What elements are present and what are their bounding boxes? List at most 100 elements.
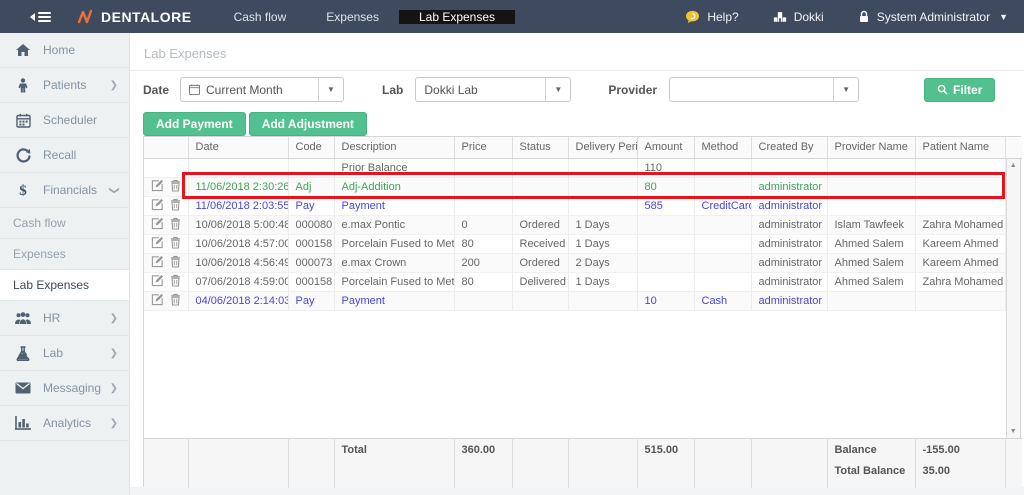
table-row[interactable]: 10/06/2018 4:57:00 000158 Porcelain Fused … xyxy=(144,234,1006,254)
sidebar-item-cash-flow[interactable]: Cash flow xyxy=(0,208,129,239)
cell-price: 80 xyxy=(454,234,513,254)
lab-filter-arrow-icon[interactable]: ▼ xyxy=(545,78,571,101)
column-header-status[interactable]: Status xyxy=(512,137,569,159)
edit-icon[interactable] xyxy=(151,198,164,214)
add-payment-button[interactable]: Add Payment xyxy=(143,112,246,136)
provider-filter-arrow-icon[interactable]: ▼ xyxy=(833,78,859,101)
sidebar-item-patients[interactable]: Patients ❯ xyxy=(0,68,129,103)
column-header-delivery-period[interactable]: Delivery Period xyxy=(568,137,638,159)
table-row[interactable]: 04/06/2018 2:14:03 Pay Payment 10 Cash admini… xyxy=(144,291,1006,311)
column-header-scroll-spacer xyxy=(1005,137,1022,159)
sidebar-item-label: Lab Expenses xyxy=(13,278,90,292)
edit-icon[interactable] xyxy=(151,274,164,290)
cell-patient-name xyxy=(915,196,1006,216)
cell-delivery-period xyxy=(568,177,638,197)
edit-icon[interactable] xyxy=(151,217,164,233)
nav-tab-expenses[interactable]: Expenses xyxy=(306,10,399,24)
edit-icon[interactable] xyxy=(151,293,164,309)
sidebar-item-expenses[interactable]: Expenses xyxy=(0,239,129,270)
trash-icon[interactable] xyxy=(170,179,181,195)
cell-created-by xyxy=(751,158,828,178)
row-actions-cell xyxy=(144,196,189,216)
clinic-icon xyxy=(773,12,786,22)
add-adjustment-button[interactable]: Add Adjustment xyxy=(248,112,367,136)
sidebar-item-label: Lab xyxy=(43,346,64,360)
trash-icon[interactable] xyxy=(170,217,181,233)
clinic-menu[interactable]: Dokki xyxy=(773,10,824,24)
lab-filter-select[interactable]: Dokki Lab ▼ xyxy=(415,77,572,102)
column-header-icons[interactable] xyxy=(144,137,189,159)
table-scrollbar[interactable]: ▲ ▼ xyxy=(1005,158,1021,438)
sidebar-item-label: Home xyxy=(43,43,76,57)
cell-price: 200 xyxy=(454,253,513,273)
provider-filter-select[interactable]: ▼ xyxy=(669,77,860,102)
sidebar-item-analytics[interactable]: Analytics ❯ xyxy=(0,406,129,441)
column-header-description[interactable]: Description xyxy=(334,137,455,159)
footer-balance-value: -155.00 xyxy=(922,443,960,456)
cell-provider-name xyxy=(827,196,916,216)
nav-tab-cash-flow[interactable]: Cash flow xyxy=(214,10,307,24)
sidebar-item-label: Financials xyxy=(43,183,98,197)
filter-button[interactable]: Filter xyxy=(924,77,996,102)
cell-delivery-period xyxy=(568,291,638,311)
edit-icon[interactable] xyxy=(151,236,164,252)
edit-icon[interactable] xyxy=(151,179,164,195)
cell-amount: 80 xyxy=(637,177,695,197)
chevron-right-icon: ❯ xyxy=(109,382,118,394)
trash-icon[interactable] xyxy=(170,274,181,290)
trash-icon[interactable] xyxy=(170,236,181,252)
date-filter-select[interactable]: Current Month ▼ xyxy=(180,77,345,102)
cell-created-by: administrator xyxy=(751,196,828,216)
user-menu[interactable]: System Administrator ▼ xyxy=(858,10,1008,24)
footer-total-balance-value: 35.00 xyxy=(922,464,951,477)
table-row[interactable]: Prior Balance 110 xyxy=(144,158,1006,178)
app-logo[interactable]: DENTALORE xyxy=(78,9,192,25)
sidebar-item-home[interactable]: Home xyxy=(0,33,129,68)
column-header-code[interactable]: Code xyxy=(288,137,335,159)
cell-code: 000080 xyxy=(288,215,335,235)
sidebar-collapse-icon[interactable] xyxy=(30,11,51,22)
top-navbar: DENTALORE Cash flow Expenses Lab Expenses … xyxy=(0,0,1024,33)
date-filter-arrow-icon[interactable]: ▼ xyxy=(318,78,344,101)
scroll-up-icon[interactable]: ▲ xyxy=(1007,162,1021,169)
column-header-amount[interactable]: Amount xyxy=(637,137,695,159)
help-menu[interactable]: Help? xyxy=(685,10,739,24)
table-row[interactable]: 11/06/2018 2:30:26 Adj Adj-Addition 80 admin… xyxy=(144,177,1006,197)
scroll-down-icon[interactable]: ▼ xyxy=(1007,428,1021,435)
nav-tab-lab-expenses[interactable]: Lab Expenses xyxy=(398,9,516,24)
sidebar-item-label: Analytics xyxy=(43,416,92,430)
footer-total-label: Total xyxy=(334,437,455,488)
cell-date: 10/06/2018 4:56:49 xyxy=(188,253,289,273)
table-row[interactable]: 11/06/2018 2:03:55 Pay Payment 585 CreditCar… xyxy=(144,196,1006,216)
cell-description: Adj-Addition xyxy=(334,177,455,197)
trash-icon[interactable] xyxy=(170,198,181,214)
cell-amount: 585 xyxy=(637,196,695,216)
sidebar-item-lab[interactable]: Lab ❯ xyxy=(0,336,129,371)
users-icon xyxy=(13,311,33,325)
column-header-provider-name[interactable]: Provider Name xyxy=(827,137,916,159)
column-header-date[interactable]: Date xyxy=(188,137,289,159)
column-header-created-by[interactable]: Created By xyxy=(751,137,828,159)
table-row[interactable]: 07/06/2018 4:59:00 000158 Porcelain Fused … xyxy=(144,272,1006,292)
table-row[interactable]: 10/06/2018 4:56:49 000073 e.max Crown 200 Or… xyxy=(144,253,1006,273)
sidebar-item-lab-expenses[interactable]: Lab Expenses xyxy=(0,270,129,301)
sidebar-item-recall[interactable]: Recall xyxy=(0,138,129,173)
sidebar-item-scheduler[interactable]: Scheduler xyxy=(0,103,129,138)
cell-price: 80 xyxy=(454,272,513,292)
chevron-right-icon: ❯ xyxy=(109,79,118,91)
cell-price xyxy=(454,196,513,216)
edit-icon[interactable] xyxy=(151,255,164,271)
row-actions-cell xyxy=(144,253,189,273)
lock-icon xyxy=(859,10,868,22)
column-header-price[interactable]: Price xyxy=(454,137,513,159)
table-row[interactable]: 10/06/2018 5:00:48 000080 e.max Pontic 0 Ord… xyxy=(144,215,1006,235)
sidebar-item-messaging[interactable]: Messaging ❯ xyxy=(0,371,129,406)
provider-filter-label: Provider xyxy=(608,82,658,97)
trash-icon[interactable] xyxy=(170,293,181,309)
chevron-right-icon: ❯ xyxy=(109,347,118,359)
sidebar-item-hr[interactable]: HR ❯ xyxy=(0,301,129,336)
trash-icon[interactable] xyxy=(170,255,181,271)
sidebar-item-financials[interactable]: $ Financials ❯ xyxy=(0,173,129,208)
column-header-patient-name[interactable]: Patient Name xyxy=(915,137,1006,159)
column-header-method[interactable]: Method xyxy=(694,137,752,159)
